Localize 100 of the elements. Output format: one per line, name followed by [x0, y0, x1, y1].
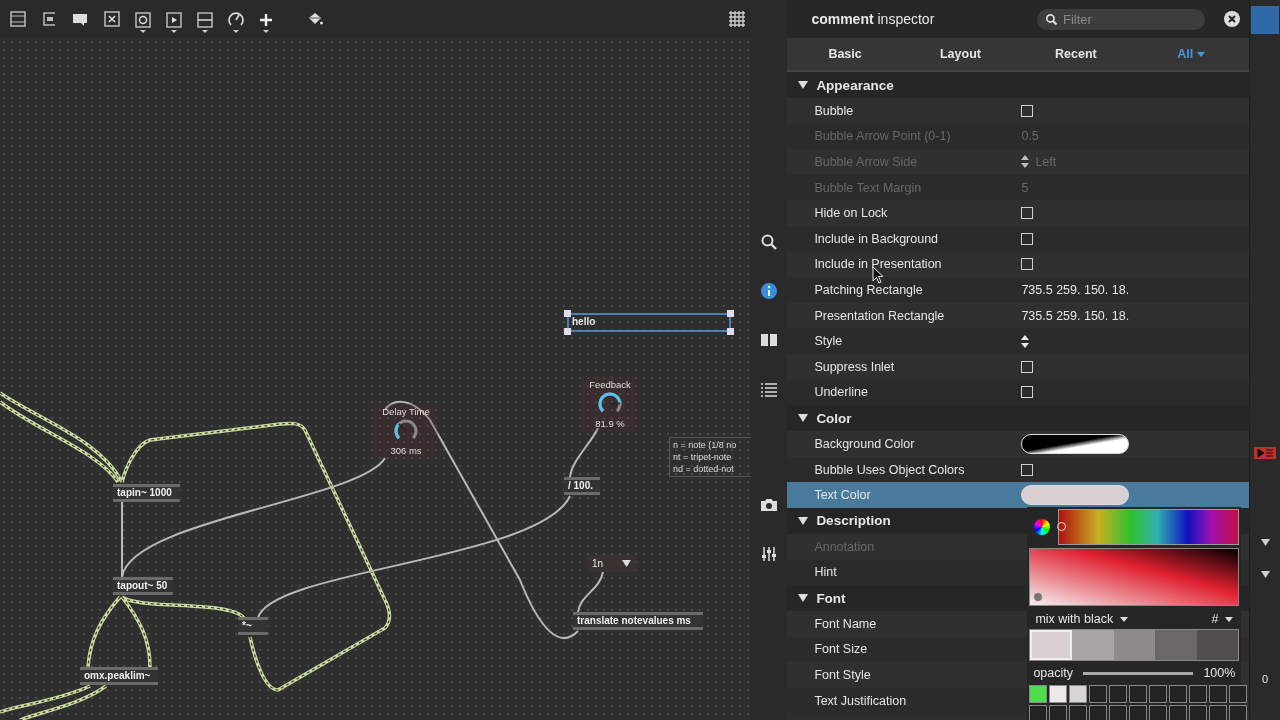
- slider-icon[interactable]: [196, 10, 214, 34]
- property-label: Bubble Arrow Point (0-1): [814, 129, 952, 144]
- caret-icon[interactable]: [1260, 571, 1270, 578]
- checkbox[interactable]: [1021, 386, 1034, 399]
- format-dropdown[interactable]: #: [1211, 612, 1234, 626]
- object-box[interactable]: tapout~ 50: [113, 577, 173, 595]
- search-icon: [1045, 12, 1058, 26]
- property-label: Style: [814, 334, 844, 349]
- object-box[interactable]: translate notevalues ms: [573, 612, 703, 630]
- play-list-icon[interactable]: [1254, 447, 1276, 459]
- shade-swatch[interactable]: [1030, 630, 1072, 660]
- object-box[interactable]: *~: [238, 617, 268, 635]
- toggle-icon[interactable]: [103, 10, 121, 28]
- object-box[interactable]: omx.peaklim~: [80, 667, 158, 685]
- preset-swatch[interactable]: [1049, 685, 1068, 703]
- value-text: 0: [1261, 673, 1269, 685]
- property-label: Text Justification: [814, 693, 908, 708]
- property-value[interactable]: 735.5 259. 150. 18.: [1021, 308, 1130, 323]
- property-label: Font Name: [814, 616, 878, 631]
- property-label: Font Size: [814, 642, 869, 657]
- dial[interactable]: Feedback 81.9 %: [582, 377, 638, 431]
- selection-handle[interactable]: [564, 310, 571, 317]
- property-label: Underline: [814, 385, 869, 400]
- note-line: nd = dotted-not: [673, 463, 735, 475]
- checkbox[interactable]: [1021, 104, 1034, 117]
- checkbox[interactable]: [1021, 258, 1034, 271]
- note-line: nt = tripet-note: [673, 451, 733, 463]
- color-swatch[interactable]: [1021, 433, 1130, 454]
- checkbox[interactable]: [1021, 360, 1034, 373]
- property-row[interactable]: Text Color: [787, 482, 1249, 508]
- sliders-icon[interactable]: [760, 545, 779, 563]
- shade-swatch[interactable]: [1113, 630, 1156, 660]
- property-label: Patching Rectangle: [814, 282, 924, 297]
- section-title: Description: [816, 513, 891, 529]
- tab[interactable]: Basic: [787, 38, 903, 70]
- property-label: Include in Presentation: [814, 257, 943, 272]
- property-label: Annotation: [814, 539, 876, 554]
- tab[interactable]: Layout: [902, 38, 1019, 70]
- filter-field[interactable]: Filter: [1037, 8, 1205, 30]
- color-wheel-icon[interactable]: [1034, 519, 1051, 535]
- search-icon[interactable]: [760, 233, 779, 251]
- property-label: Font Style: [814, 668, 872, 683]
- property-label: Bubble Arrow Side: [814, 155, 919, 169]
- property-label: Background Color: [814, 436, 916, 451]
- color-swatch[interactable]: [1021, 485, 1130, 506]
- expand-triangle-icon[interactable]: [798, 515, 809, 526]
- property-label: Bubble Uses Object Colors: [814, 462, 966, 477]
- object-box[interactable]: / 100.: [564, 477, 600, 495]
- caret-icon[interactable]: [1260, 539, 1270, 546]
- menu-value: 1n: [592, 558, 604, 569]
- dial-value: 306 ms: [390, 445, 422, 456]
- tab[interactable]: All: [1133, 38, 1249, 70]
- expand-triangle-icon[interactable]: [798, 80, 809, 90]
- play-icon[interactable]: [165, 10, 183, 34]
- checkbox[interactable]: [1021, 463, 1034, 476]
- menu-box[interactable]: 1n: [587, 555, 636, 572]
- expand-triangle-icon[interactable]: [798, 413, 809, 424]
- selection-handle[interactable]: [727, 328, 734, 335]
- stepper-icon[interactable]: [1021, 334, 1030, 348]
- book-icon[interactable]: [760, 331, 779, 349]
- info-icon[interactable]: [760, 282, 779, 300]
- selection-handle[interactable]: [564, 328, 571, 335]
- bang-icon[interactable]: [134, 10, 152, 34]
- property-label: Suppress Inlet: [814, 359, 896, 374]
- hue-bar[interactable]: [1058, 509, 1240, 545]
- shade-swatch[interactable]: [1196, 630, 1239, 660]
- section-header[interactable]: Color: [787, 405, 1249, 432]
- checkbox[interactable]: [1021, 232, 1034, 245]
- section-title: Color: [816, 410, 852, 426]
- section-title: Font: [816, 590, 846, 606]
- section-header[interactable]: Appearance: [787, 72, 1249, 98]
- note-line: n = note (1/8 no: [673, 439, 738, 451]
- dial-icon[interactable]: [227, 10, 245, 34]
- preset-swatch[interactable]: [1029, 685, 1048, 703]
- comment-text[interactable]: hello: [572, 316, 596, 328]
- shade-swatch[interactable]: [1071, 630, 1114, 660]
- tab[interactable]: Recent: [1018, 38, 1134, 70]
- object-box[interactable]: tapin~ 1000: [113, 484, 180, 502]
- saturation-field[interactable]: [1029, 548, 1240, 606]
- inspector-title: comment inspector: [811, 11, 936, 27]
- cursor-icon: [872, 266, 885, 284]
- opacity-slider[interactable]: [1083, 671, 1194, 675]
- panel-icon[interactable]: [9, 10, 27, 28]
- dial[interactable]: Delay Time 306 ms: [374, 404, 438, 458]
- expand-triangle-icon[interactable]: [798, 593, 809, 604]
- section-title: Appearance: [816, 77, 894, 93]
- grid-icon[interactable]: [726, 10, 748, 28]
- checkbox[interactable]: [1021, 207, 1034, 220]
- close-button[interactable]: [1223, 10, 1241, 28]
- mode-dropdown[interactable]: mix with black: [1035, 612, 1129, 626]
- shade-swatch[interactable]: [1155, 630, 1197, 660]
- list-icon[interactable]: [760, 380, 779, 398]
- selection-handle[interactable]: [727, 310, 734, 317]
- property-value[interactable]: 735.5 259. 150. 18.: [1021, 282, 1130, 297]
- preset-swatch[interactable]: [1069, 685, 1088, 703]
- camera-icon[interactable]: [760, 496, 779, 514]
- property-label: Presentation Rectangle: [814, 308, 946, 323]
- opacity-label: opacity: [1033, 666, 1073, 680]
- property-label: Bubble: [814, 103, 855, 118]
- dial-value: 81.9 %: [595, 418, 625, 429]
